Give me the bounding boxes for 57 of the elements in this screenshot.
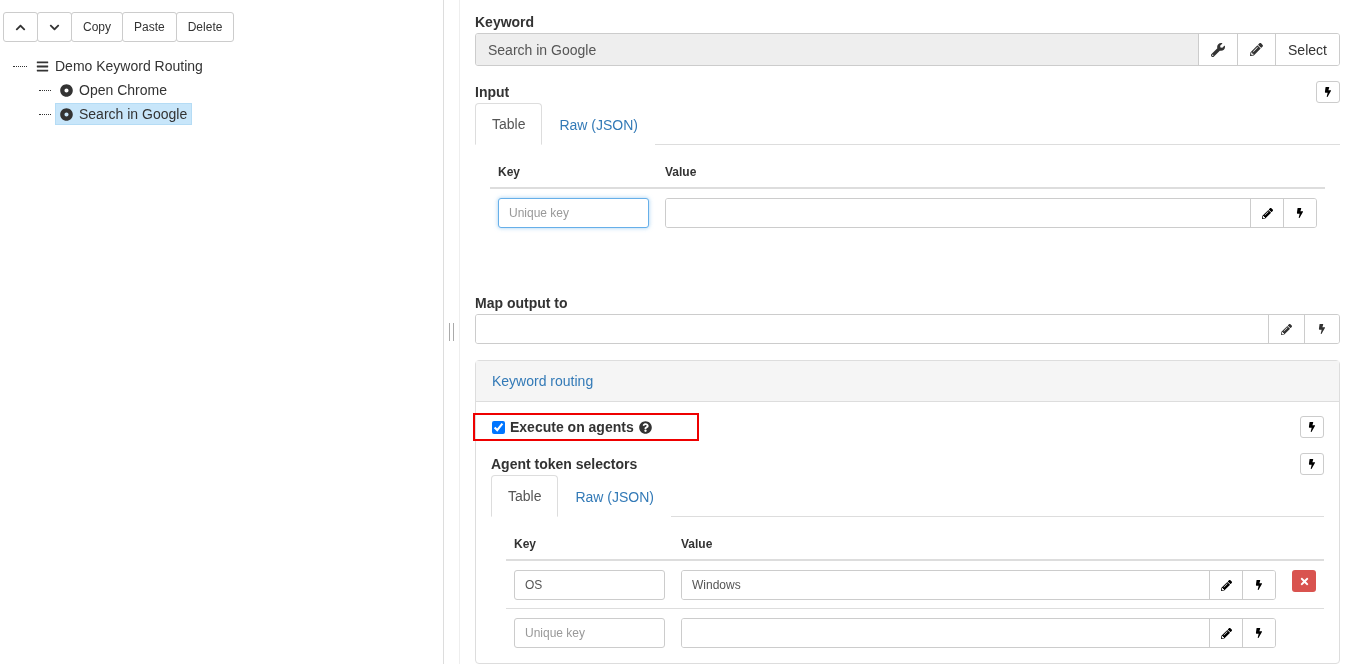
input-group[interactable]: Windows	[681, 570, 1276, 600]
pencil-icon	[1281, 323, 1292, 335]
toolbar-button[interactable]: Paste	[122, 12, 177, 42]
move-up-button[interactable]	[3, 12, 38, 42]
tab[interactable]: Table	[475, 103, 543, 145]
input-group[interactable]: Search in Google Select	[475, 33, 1340, 66]
lightning-icon	[1307, 459, 1317, 469]
field-label: Input	[475, 84, 510, 100]
panel-title: Keyword routing	[476, 361, 1339, 402]
list-icon	[36, 59, 49, 73]
field-label: Keyword	[475, 14, 536, 30]
pencil-icon	[1261, 207, 1273, 219]
key-field[interactable]: OS	[514, 570, 665, 600]
column-header: Value	[665, 165, 697, 179]
wrench-icon	[1211, 42, 1225, 57]
lightning-icon	[1254, 580, 1264, 590]
lightning-icon	[1317, 324, 1327, 334]
dynamic-button[interactable]	[1242, 619, 1275, 647]
dynamic-button[interactable]	[1283, 199, 1316, 227]
lightning-icon	[1254, 628, 1264, 638]
remove-button[interactable]	[1292, 570, 1316, 592]
select-button[interactable]: Select	[1275, 34, 1339, 65]
checkbox-label: Execute on agents	[510, 419, 634, 435]
pencil-icon	[1220, 579, 1232, 591]
lightning-icon	[1295, 208, 1305, 218]
tree-item[interactable]: Search in Google	[55, 103, 193, 125]
dynamic-button[interactable]	[1300, 453, 1324, 475]
key-field[interactable]: Unique key	[514, 618, 665, 648]
tree-item[interactable]: Open Chrome	[55, 79, 172, 101]
dynamic-button[interactable]	[1300, 416, 1324, 438]
toolbar-button[interactable]: Copy	[71, 12, 123, 42]
field-label: Agent token selectors	[491, 456, 638, 472]
input-group[interactable]	[665, 198, 1317, 228]
lightning-icon	[1323, 87, 1333, 97]
lightning-icon	[1307, 422, 1317, 432]
field-label: Map output to	[475, 295, 569, 311]
key-field[interactable]: Unique key	[498, 198, 649, 228]
move-down-button[interactable]	[37, 12, 72, 42]
column-header: Key	[498, 165, 521, 179]
column-header: Key	[514, 537, 537, 551]
dynamic-button[interactable]	[1242, 571, 1275, 599]
column-header: Value	[681, 537, 713, 551]
help-icon	[638, 420, 652, 434]
keyword-field[interactable]: Search in Google	[476, 34, 1198, 65]
pencil-icon	[1250, 43, 1263, 56]
dynamic-button[interactable]	[1316, 81, 1340, 103]
toolbar-button[interactable]: Delete	[175, 12, 235, 42]
dynamic-button[interactable]	[1304, 315, 1339, 343]
resize-handle[interactable]	[449, 323, 454, 341]
checkbox[interactable]	[492, 420, 505, 434]
tab[interactable]: Table	[491, 475, 559, 517]
input-group[interactable]	[681, 618, 1276, 648]
target-icon	[60, 107, 73, 121]
close-icon	[1298, 575, 1310, 587]
tree-item[interactable]: Demo Keyword Routing	[31, 55, 208, 77]
target-icon	[60, 83, 73, 97]
pencil-icon	[1220, 627, 1232, 639]
